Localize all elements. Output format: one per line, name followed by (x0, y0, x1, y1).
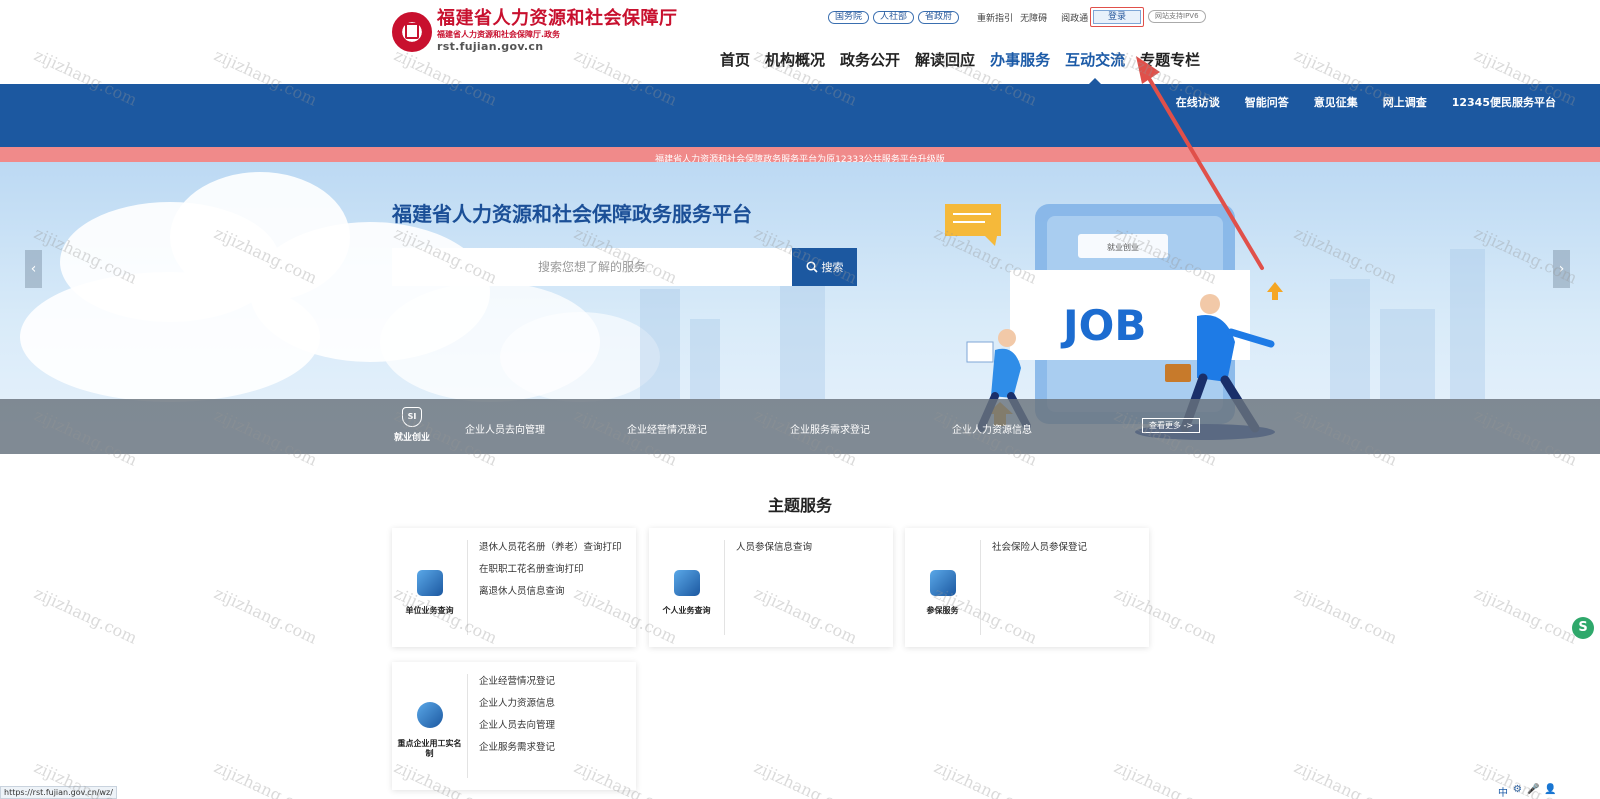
main-nav: 首页 机构概况 政务公开 解读回应 办事服务 互动交流 专题专栏 (720, 50, 1215, 84)
service-link[interactable]: 在职职工花名册查询打印 (479, 564, 624, 575)
user-icon[interactable]: 👤 (1544, 784, 1556, 799)
service-card-unit-query: 单位业务查询 退休人员花名册（养老）查询打印 在职职工花名册查询打印 离退休人员… (392, 528, 636, 647)
link-yuezhengtong[interactable]: 阅政通 (1061, 11, 1088, 24)
band-link-staff-destination[interactable]: 企业人员去向管理 (465, 421, 545, 436)
band-link-operation-registration[interactable]: 企业经营情况登记 (627, 421, 707, 436)
watermark-text: zijizhang.com (1291, 757, 1401, 799)
service-category-insurance[interactable]: 参保服务 (905, 528, 980, 647)
person-icon (674, 570, 700, 596)
link-reguide[interactable]: 重新指引 (977, 11, 1013, 24)
nav-open-gov[interactable]: 政务公开 (840, 50, 900, 70)
service-link[interactable]: 企业服务需求登记 (479, 742, 624, 753)
carousel-next-button[interactable]: › (1553, 250, 1570, 288)
subnav-online-interview[interactable]: 在线访谈 (1176, 95, 1220, 111)
band-link-service-demand[interactable]: 企业服务需求登记 (790, 421, 870, 436)
nav-topics[interactable]: 专题专栏 (1140, 50, 1200, 70)
site-logo[interactable]: 福建省人力资源和社会保障厅 福建省人力资源和社会保障厅.政务 rst.fujia… (392, 9, 678, 54)
watermark-text: zijizhang.com (931, 757, 1041, 799)
nav-interaction[interactable]: 互动交流 (1065, 50, 1125, 84)
subnav-survey[interactable]: 网上调查 (1383, 95, 1427, 111)
service-card-insurance: 参保服务 社会保险人员参保登记 (905, 528, 1149, 647)
site-header: 福建省人力资源和社会保障厅 福建省人力资源和社会保障厅.政务 rst.fujia… (0, 0, 1600, 84)
hero-banner: 福建省人力资源和社会保障政务服务平台 搜索 ‹ › JOB 就业创业 SI 就 (0, 162, 1600, 454)
category-band: SI 就业创业 企业人员去向管理 企业经营情况登记 企业服务需求登记 企业人力资… (0, 399, 1600, 454)
top-links-bar: 国务院 人社部 省政府 重新指引 无障碍 阅政通 (828, 10, 1088, 24)
nav-about[interactable]: 机构概况 (765, 50, 825, 70)
subnav-opinion[interactable]: 意见征集 (1314, 95, 1358, 111)
link-accessibility[interactable]: 无障碍 (1020, 11, 1047, 24)
watermark-text: zijizhang.com (751, 757, 861, 799)
service-card-personal-query: 个人业务查询 人员参保信息查询 (649, 528, 893, 647)
ime-indicator[interactable]: 中 (1498, 784, 1508, 799)
watermark-text: zijizhang.com (211, 757, 321, 799)
watermark-text: zijizhang.com (1111, 757, 1221, 799)
carousel-prev-button[interactable]: ‹ (25, 250, 42, 288)
nav-interpretation[interactable]: 解读回应 (915, 50, 975, 70)
sub-nav: 在线访谈 智能问答 意见征集 网上调查 12345便民服务平台 (1151, 95, 1556, 111)
service-link[interactable]: 企业人员去向管理 (479, 720, 624, 731)
link-mohrss[interactable]: 人社部 (873, 10, 915, 24)
yuan-icon (930, 570, 956, 596)
service-card-enterprise-realname: 重点企业用工实名制 企业经营情况登记 企业人力资源信息 企业人员去向管理 企业服… (392, 662, 636, 790)
watermark-text: zijizhang.com (1471, 583, 1581, 648)
file-icon (417, 570, 443, 596)
subnav-12345[interactable]: 12345便民服务平台 (1452, 95, 1556, 111)
site-domain: rst.fujian.gov.cn (437, 40, 544, 53)
notice-bar: 福建省人力资源和社会保障政务服务平台为原12333公共服务平台升级版 (0, 147, 1600, 165)
band-link-hr-info[interactable]: 企业人力资源信息 (952, 421, 1032, 436)
service-link[interactable]: 企业人力资源信息 (479, 698, 624, 709)
site-subtitle: 福建省人力资源和社会保障厅.政务 (437, 30, 561, 39)
theme-services-title: 主题服务 (767, 496, 832, 515)
watermark-text: zijizhang.com (31, 583, 141, 648)
ipv6-badge: 网站支持IPV6 (1148, 10, 1206, 23)
shield-icon: SI (402, 407, 422, 427)
nav-services[interactable]: 办事服务 (990, 50, 1050, 70)
hero-title: 福建省人力资源和社会保障政务服务平台 (392, 202, 752, 226)
search-icon (805, 261, 818, 273)
illustration-tag: 就业创业 (1107, 242, 1139, 252)
service-category-unit-query[interactable]: 单位业务查询 (392, 528, 467, 647)
monitor-icon (417, 702, 443, 728)
site-title: 福建省人力资源和社会保障厅 (437, 8, 678, 29)
service-link[interactable]: 人员参保信息查询 (736, 542, 881, 553)
view-more-button[interactable]: 查看更多 -> (1142, 418, 1201, 433)
subnav-smart-qa[interactable]: 智能问答 (1245, 95, 1289, 111)
search-button[interactable]: 搜索 (792, 248, 857, 286)
nav-home[interactable]: 首页 (720, 50, 750, 70)
service-link[interactable]: 离退休人员信息查询 (479, 586, 624, 597)
status-url: https://rst.fujian.gov.cn/wz/ (0, 786, 117, 799)
watermark-text: zijizhang.com (211, 583, 321, 648)
link-provincial-gov[interactable]: 省政府 (918, 10, 960, 24)
service-link[interactable]: 企业经营情况登记 (479, 676, 624, 687)
settings-icon[interactable]: ⚙ (1513, 784, 1522, 799)
search-input[interactable] (392, 248, 792, 286)
watermark-text: zijizhang.com (1291, 583, 1401, 648)
system-tray: 中 ⚙ 🎤 👤 (1498, 784, 1557, 799)
service-category-enterprise-realname[interactable]: 重点企业用工实名制 (392, 662, 467, 790)
link-state-council[interactable]: 国务院 (828, 10, 870, 24)
floating-app-icon[interactable]: S (1572, 617, 1594, 639)
microphone-icon[interactable]: 🎤 (1527, 784, 1539, 799)
service-link[interactable]: 退休人员花名册（养老）查询打印 (479, 542, 624, 553)
sub-nav-bar: 在线访谈 智能问答 意见征集 网上调查 12345便民服务平台 (0, 84, 1600, 147)
job-word: JOB (1060, 301, 1146, 350)
category-employment[interactable]: SI 就业创业 (392, 407, 432, 443)
service-link[interactable]: 社会保险人员参保登记 (992, 542, 1137, 553)
emblem-icon (392, 12, 432, 52)
login-button[interactable]: 登录 (1090, 7, 1144, 27)
service-category-personal-query[interactable]: 个人业务查询 (649, 528, 724, 647)
